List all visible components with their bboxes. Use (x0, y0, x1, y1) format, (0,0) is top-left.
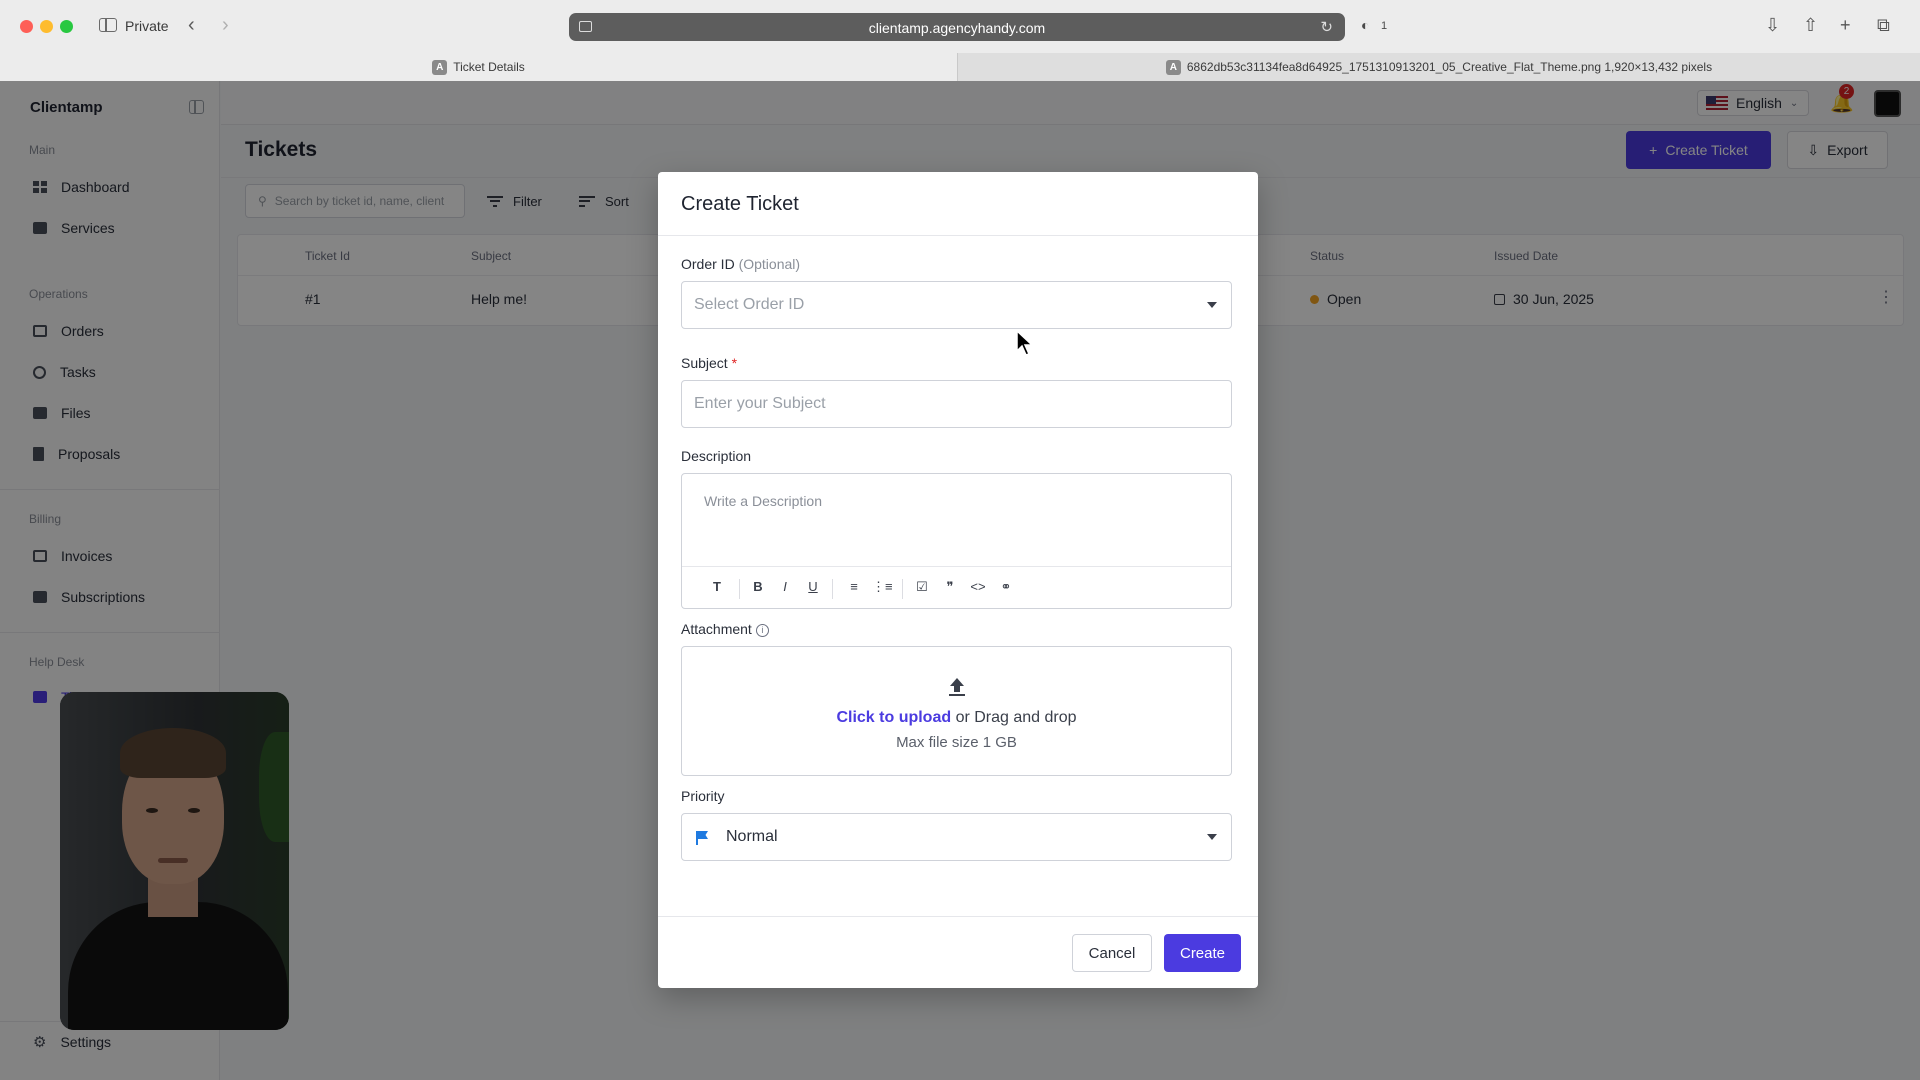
mouse-cursor-icon (1016, 330, 1034, 356)
create-ticket-modal: Create Ticket Order ID (Optional) Select… (658, 172, 1258, 988)
italic-button[interactable]: I (775, 579, 795, 594)
description-placeholder: Write a Description (704, 493, 823, 509)
tab-image[interactable]: A 6862db53c31134fea8d64925_1751310913201… (957, 53, 1920, 81)
modal-footer: Cancel Create (658, 916, 1258, 988)
file-dropzone[interactable]: Click to upload or Drag and drop Max fil… (681, 646, 1232, 776)
info-icon[interactable]: i (755, 624, 769, 637)
upload-instructions: Click to upload or Drag and drop (682, 709, 1231, 727)
description-editor[interactable]: Write a Description T B I U ≡ ⋮≡ ☑ ❞ <> … (681, 473, 1232, 609)
private-label: Private (125, 18, 169, 34)
subject-label-text: Subject (681, 355, 728, 371)
shield-icon[interactable]: ◐ (1361, 17, 1369, 33)
bullet-list-icon[interactable]: ⋮≡ (872, 579, 893, 595)
priority-value: Normal (726, 828, 778, 845)
ordered-list-icon[interactable]: ≡ (844, 579, 864, 594)
order-id-placeholder: Select Order ID (694, 296, 805, 313)
attachment-label-text: Attachment (681, 621, 752, 637)
new-tab-icon[interactable]: + (1840, 15, 1851, 36)
editor-toolbar: T B I U ≡ ⋮≡ ☑ ❞ <> ⚭ (682, 566, 1231, 609)
address-bar[interactable]: clientamp.agencyhandy.com ↻ (569, 13, 1345, 41)
tab-overview-icon[interactable]: ⧉ (1877, 15, 1890, 36)
upload-icon (949, 678, 965, 697)
link-icon[interactable]: ⚭ (996, 579, 1016, 595)
order-id-label-text: Order ID (681, 256, 735, 272)
required-mark: * (731, 355, 738, 371)
quote-icon[interactable]: ❞ (940, 579, 960, 595)
browser-chrome: Private ‹ › clientamp.agencyhandy.com ↻ … (0, 0, 1920, 81)
modal-title: Create Ticket (681, 193, 799, 215)
dropdown-caret-icon (1207, 302, 1217, 308)
toolbar-separator (832, 579, 833, 599)
optional-hint: (Optional) (738, 256, 801, 272)
attachment-label: Attachment i (681, 621, 769, 637)
close-window-button[interactable] (20, 20, 33, 33)
cancel-button[interactable]: Cancel (1072, 934, 1152, 972)
subject-label: Subject * (681, 355, 737, 371)
favicon-icon: A (432, 59, 448, 75)
order-id-select[interactable]: Select Order ID (681, 281, 1232, 329)
underline-button[interactable]: U (803, 579, 823, 594)
share-icon[interactable]: ⇧ (1803, 15, 1818, 36)
priority-label: Priority (681, 788, 725, 804)
order-id-label: Order ID (Optional) (681, 256, 800, 272)
toolbar-separator (739, 579, 740, 599)
tab-ticket-details[interactable]: A Ticket Details (0, 53, 957, 81)
favicon-icon: A (1165, 59, 1181, 75)
subject-placeholder: Enter your Subject (694, 395, 826, 412)
tab-label: 6862db53c31134fea8d64925_1751310913201_0… (1186, 60, 1713, 74)
minimize-window-button[interactable] (40, 20, 53, 33)
sidebar-toggle-icon[interactable] (99, 18, 117, 32)
click-to-upload-link[interactable]: Click to upload (836, 709, 951, 726)
tab-strip: A Ticket Details A 6862db53c31134fea8d64… (0, 53, 1920, 81)
dropdown-caret-icon (1207, 834, 1217, 840)
back-icon[interactable]: ‹ (188, 14, 195, 37)
modal-header: Create Ticket (658, 172, 1258, 236)
text-style-button[interactable]: T (707, 579, 727, 594)
code-icon[interactable]: <> (968, 579, 988, 594)
description-label: Description (681, 448, 752, 464)
browser-toolbar: Private ‹ › clientamp.agencyhandy.com ↻ … (0, 0, 1920, 53)
drag-drop-text: or Drag and drop (951, 709, 1077, 726)
subject-input[interactable]: Enter your Subject (681, 380, 1232, 428)
reload-icon[interactable]: ↻ (1320, 18, 1333, 36)
flag-icon (696, 831, 708, 845)
toolbar-separator (902, 579, 903, 599)
checklist-icon[interactable]: ☑ (912, 579, 932, 595)
upload-limit: Max file size 1 GB (896, 734, 1017, 751)
forward-icon[interactable]: › (222, 14, 229, 37)
create-button[interactable]: Create (1164, 934, 1241, 972)
bold-button[interactable]: B (748, 579, 768, 594)
url-text: clientamp.agencyhandy.com (868, 20, 1046, 36)
download-icon[interactable]: ⇩ (1765, 15, 1780, 36)
priority-select[interactable]: Normal (681, 813, 1232, 861)
shield-count: 1 (1381, 20, 1388, 32)
tab-label: Ticket Details (453, 60, 525, 74)
maximize-window-button[interactable] (60, 20, 73, 33)
